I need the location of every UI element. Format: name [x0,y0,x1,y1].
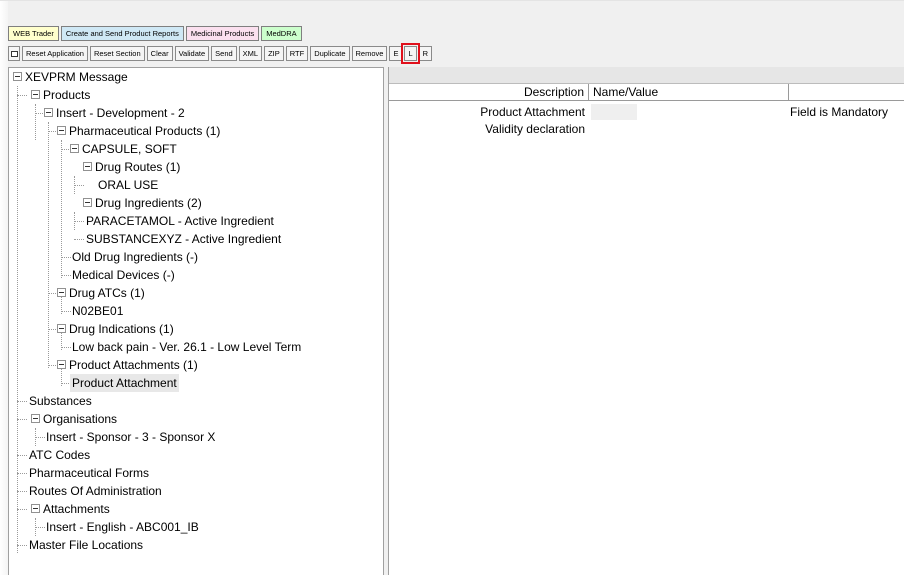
tree-node-label: Insert - English - ABC001_IB [46,520,199,534]
l-button[interactable]: L [401,43,420,64]
tree-node-label: Pharmaceutical Products (1) [69,124,221,138]
row-description: Product Attachment [480,105,585,119]
e-button[interactable]: E [389,46,403,61]
tree-node-label: Medical Devices (-) [72,268,175,282]
tree-node-label: ATC Codes [29,448,91,462]
tree-guide-line [74,221,84,222]
tree-guide-line [17,86,18,553]
collapse-icon[interactable] [31,414,40,423]
tree-node-label: Attachments [43,502,110,516]
tree-guide-line [35,527,45,528]
column-header-note [789,84,904,101]
reset-section-button[interactable]: Reset Section [89,46,145,61]
send-button[interactable]: Send [211,46,237,61]
product-attachment-value[interactable] [591,104,637,120]
grid-row: Validity declaration [389,121,904,137]
tree-node-label: Insert - Sponsor - 3 - Sponsor X [46,430,216,444]
tree-node-label: Organisations [43,412,118,426]
collapse-icon[interactable] [31,504,40,513]
clear-button[interactable]: Clear [146,46,173,61]
field-mandatory-note: Field is Mandatory [790,105,889,119]
tree-guide-line [17,455,27,456]
tree-node-label: Drug ATCs (1) [69,286,145,300]
grid-header: Description Name/Value [389,84,904,101]
tree-guide-line [61,257,71,258]
tree-node-label: ORAL USE [98,178,159,192]
tree-node-label: XEVPRM Message [25,70,128,84]
tree-guide-line [74,239,84,240]
tree-node-label: Drug Indications (1) [69,322,174,336]
tree-node-label: SUBSTANCEXYZ - Active Ingredient [86,232,282,246]
toolbar: Reset Application Reset Section Clear Va… [8,43,433,64]
tree-guide-line [61,347,71,348]
properties-grid: Description Name/Value Product Attachmen… [388,67,904,575]
tree-node-label: Master File Locations [29,538,144,552]
tree-node-label: PARACETAMOL - Active Ingredient [86,214,274,228]
xevprm-tree[interactable]: XEVPRM Message Products Insert - Develop… [8,67,384,575]
collapse-icon[interactable] [44,108,53,117]
tree-node-label: N02BE01 [72,304,124,318]
tree-guide-line [61,275,71,276]
application-window: WEB Trader Create and Send Product Repor… [0,0,904,575]
tree-guide-line [48,122,49,368]
row-description: Validity declaration [485,122,585,136]
tree-guide-line [17,509,27,510]
tree-node-label: CAPSULE, SOFT [82,142,177,156]
tree-node-label: Old Drug Ingredients (-) [72,250,199,264]
collapse-icon[interactable] [83,198,92,207]
column-header-description[interactable]: Description [389,84,589,101]
tree-node-label: Low back pain - Ver. 26.1 - Low Level Te… [72,340,302,354]
collapse-icon[interactable] [57,288,66,297]
row-note [790,121,904,137]
tab-medicinal-products[interactable]: Medicinal Products [185,26,260,41]
tree-node-label: Drug Routes (1) [95,160,181,174]
tree-guide-line [35,104,36,140]
tree-guide-line [17,95,27,96]
collapse-icon[interactable] [57,126,66,135]
tree-node-label: Routes Of Administration [29,484,162,498]
r-button[interactable]: R [418,46,433,61]
tab-web-trader[interactable]: WEB Trader [8,26,59,41]
grid-row: Product Attachment Field is Mandatory [389,104,904,120]
tree-node-label: Pharmaceutical Forms [29,466,150,480]
zip-button[interactable]: ZIP [264,46,284,61]
tree-guide-line [17,419,27,420]
module-tabs: WEB Trader Create and Send Product Repor… [8,26,302,41]
tree-guide-line [74,185,84,186]
tree-node-label: Drug Ingredients (2) [95,196,202,210]
tree-guide-line [17,545,27,546]
tree-guide-line [17,401,27,402]
grid-top-strip [389,67,904,84]
rtf-button[interactable]: RTF [285,46,309,61]
reset-application-button[interactable]: Reset Application [22,46,88,61]
tree-node-label: Product Attachments (1) [69,358,198,372]
validate-button[interactable]: Validate [174,46,210,61]
tree-node-label: Insert - Development - 2 [56,106,185,120]
collapse-icon[interactable] [70,144,79,153]
collapse-icon[interactable] [83,162,92,171]
tab-create-send-product-reports[interactable]: Create and Send Product Reports [60,26,184,41]
remove-button[interactable]: Remove [351,46,388,61]
xml-button[interactable]: XML [238,46,263,61]
collapse-icon[interactable] [13,72,22,81]
tab-meddra[interactable]: MedDRA [261,26,302,41]
validity-declaration-value[interactable] [591,121,637,137]
column-header-name-value[interactable]: Name/Value [589,84,789,101]
window-shadow [0,1,8,575]
tree-guide-line [61,311,71,312]
tree-node-label: Products [43,88,91,102]
tree-guide-line [17,491,27,492]
duplicate-button[interactable]: Duplicate [310,46,350,61]
window-icon[interactable] [8,46,20,61]
tree-guide-line [35,437,45,438]
tree-node-label: Product Attachment [70,374,179,392]
tree-node-label: Substances [29,394,92,408]
collapse-icon[interactable] [57,360,66,369]
collapse-icon[interactable] [31,90,40,99]
tree-guide-line [17,473,27,474]
collapse-icon[interactable] [57,324,66,333]
